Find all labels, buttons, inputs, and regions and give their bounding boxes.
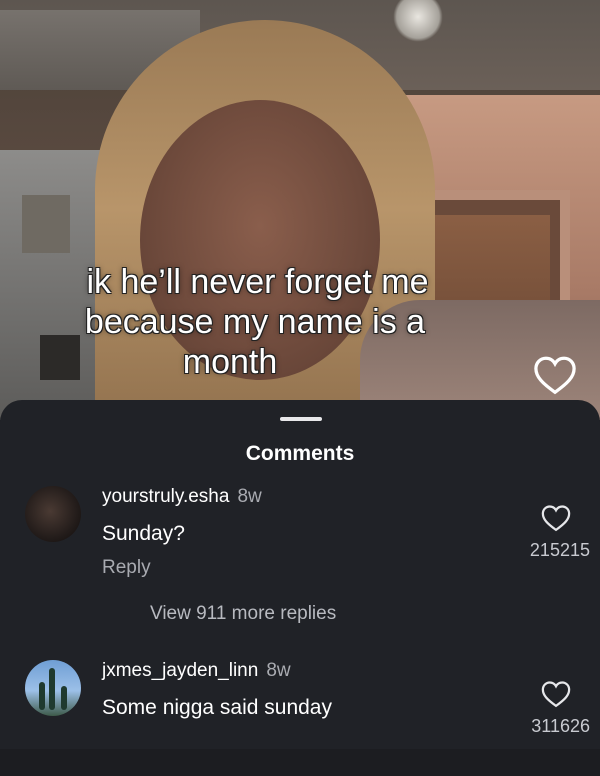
- comment-age: 8w: [237, 486, 262, 507]
- comment-user-line: jxmes_jayden_linn 8w: [102, 660, 291, 682]
- drag-handle[interactable]: [280, 417, 322, 421]
- comment-item: yourstruly.esha 8w Sunday? Reply 215215: [0, 480, 600, 600]
- avatar[interactable]: [25, 486, 81, 542]
- comment-username[interactable]: yourstruly.esha: [102, 486, 229, 507]
- ceiling-lamp: [393, 0, 443, 42]
- comment-username[interactable]: jxmes_jayden_linn: [102, 660, 258, 681]
- avatar[interactable]: [25, 660, 81, 716]
- comment-user-line: yourstruly.esha 8w: [102, 486, 262, 508]
- tree-shape: [39, 682, 45, 710]
- comment-age: 8w: [266, 660, 291, 681]
- reply-button[interactable]: Reply: [102, 557, 151, 579]
- like-count: 215215: [529, 540, 590, 560]
- tree-shape: [49, 668, 55, 710]
- comment-text: Some nigga said sunday: [102, 696, 332, 719]
- caption-line-1: ik he’ll never forget me: [86, 263, 429, 301]
- heart-outline-icon[interactable]: [533, 355, 577, 395]
- comment-text: Sunday?: [102, 522, 185, 545]
- comments-title: Comments: [245, 442, 355, 465]
- like-count: 311626: [531, 716, 590, 736]
- heart-outline-icon[interactable]: [541, 680, 571, 708]
- video-player[interactable]: ik he’ll never forget me because my name…: [0, 0, 600, 420]
- fridge-photo: [22, 195, 70, 253]
- view-more-replies-button[interactable]: View 911 more replies: [150, 603, 336, 625]
- caption-line-3: month: [182, 343, 278, 381]
- tree-shape: [61, 686, 67, 710]
- caption-line-2: because my name is a: [84, 303, 426, 341]
- heart-outline-icon[interactable]: [541, 504, 571, 532]
- comment-item: jxmes_jayden_linn 8w Some nigga said sund…: [0, 656, 600, 776]
- video-caption: ik he’ll never forget me because my name…: [0, 262, 600, 382]
